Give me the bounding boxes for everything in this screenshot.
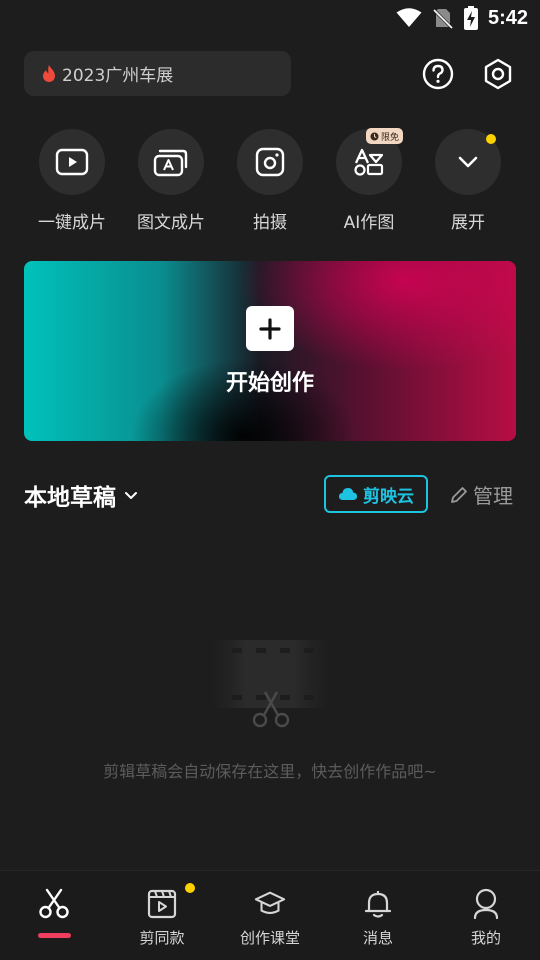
- tab-creator-school[interactable]: 创作课堂: [216, 871, 324, 960]
- quick-action-circle: [39, 129, 105, 195]
- template-icon: [147, 889, 177, 919]
- active-tab-indicator: [38, 933, 71, 938]
- bell-icon: [364, 891, 392, 918]
- tab-icon-wrap: [470, 887, 502, 921]
- drafts-title: 本地草稿: [24, 485, 116, 511]
- tab-edit[interactable]: [0, 871, 108, 960]
- fire-icon: [43, 65, 55, 82]
- empty-drafts-message: 剪辑草稿会自动保存在这里，快去创作作品吧~: [103, 762, 437, 781]
- free-limited-badge: 限免: [366, 128, 404, 144]
- chevron-down-icon: [458, 156, 478, 168]
- quick-action-label: AI作图: [343, 213, 395, 233]
- help-icon: [422, 58, 454, 90]
- quick-action-text-to-video[interactable]: 图文成片: [126, 129, 216, 233]
- tab-profile[interactable]: 我的: [432, 871, 540, 960]
- settings-button[interactable]: [480, 56, 516, 92]
- quick-action-one-click[interactable]: 一键成片: [27, 129, 117, 233]
- text-to-video-icon: [153, 149, 188, 177]
- tab-messages[interactable]: 消息: [324, 871, 432, 960]
- start-creating-label: 开始创作: [225, 371, 314, 396]
- tab-icon-wrap: [38, 887, 70, 921]
- status-time: 5:42: [487, 6, 528, 29]
- quick-action-label: 展开: [451, 213, 485, 233]
- badge-text: 限免: [381, 132, 400, 143]
- tab-templates[interactable]: 剪同款: [108, 871, 216, 960]
- profile-icon: [473, 888, 499, 920]
- quick-action-camera[interactable]: 拍摄: [225, 129, 315, 233]
- help-button[interactable]: [420, 56, 456, 92]
- settings-icon: [484, 58, 512, 90]
- empty-drafts-illustration: [210, 640, 330, 730]
- scissors-icon: [39, 888, 69, 919]
- quick-action-label: 拍摄: [253, 213, 287, 233]
- no-sim-icon: [432, 8, 454, 29]
- quick-action-label: 一键成片: [38, 213, 106, 233]
- quick-action-expand[interactable]: 展开: [423, 129, 513, 233]
- chevron-down-icon: [125, 491, 137, 499]
- tab-icon-wrap: [254, 887, 286, 921]
- quick-actions: 一键成片 图文成片 拍摄 限免 AI作图 展开: [0, 128, 540, 239]
- banner-gradient: [24, 261, 516, 441]
- wifi-icon: [396, 8, 422, 27]
- play-screen-icon: [55, 148, 89, 176]
- manage-label: 管理: [473, 484, 513, 508]
- camera-icon: [255, 147, 285, 177]
- notification-dot: [185, 883, 195, 893]
- cloud-button-label: 剪映云: [363, 486, 414, 507]
- start-creating-banner[interactable]: 开始创作: [24, 261, 516, 441]
- clock-icon: [370, 132, 379, 140]
- tab-label: 创作课堂: [239, 929, 300, 947]
- cloud-icon: [339, 488, 357, 500]
- manage-button[interactable]: 管理: [449, 480, 513, 509]
- film-scissors-icon: [210, 640, 330, 728]
- quick-action-circle: [138, 129, 204, 195]
- local-drafts-dropdown[interactable]: 本地草稿: [24, 478, 138, 512]
- plus-icon: [259, 317, 281, 340]
- tab-label: 剪同款: [139, 929, 185, 947]
- add-project-button[interactable]: [246, 306, 294, 351]
- tab-icon-wrap: [362, 887, 394, 921]
- battery-charging-icon: [463, 6, 478, 30]
- quick-action-circle: 限免: [336, 128, 404, 195]
- tab-label: 我的: [470, 929, 501, 947]
- quick-action-circle: [237, 129, 303, 195]
- status-bar: 5:42: [0, 0, 540, 36]
- graduation-cap-icon: [254, 891, 286, 914]
- bottom-tab-bar: 剪同款 创作课堂 消息 我的: [0, 870, 540, 960]
- ai-draw-icon: [354, 148, 384, 176]
- search-text: 2023广州车展: [62, 66, 174, 86]
- pencil-icon: [451, 486, 467, 503]
- cloud-button[interactable]: 剪映云: [324, 475, 428, 513]
- tab-icon-wrap: [146, 887, 178, 921]
- quick-action-ai-draw[interactable]: 限免 AI作图: [324, 128, 414, 233]
- quick-action-label: 图文成片: [137, 213, 205, 233]
- trending-search-box[interactable]: 2023广州车展: [24, 51, 291, 96]
- tab-label: 消息: [362, 929, 393, 947]
- notification-dot: [486, 134, 496, 144]
